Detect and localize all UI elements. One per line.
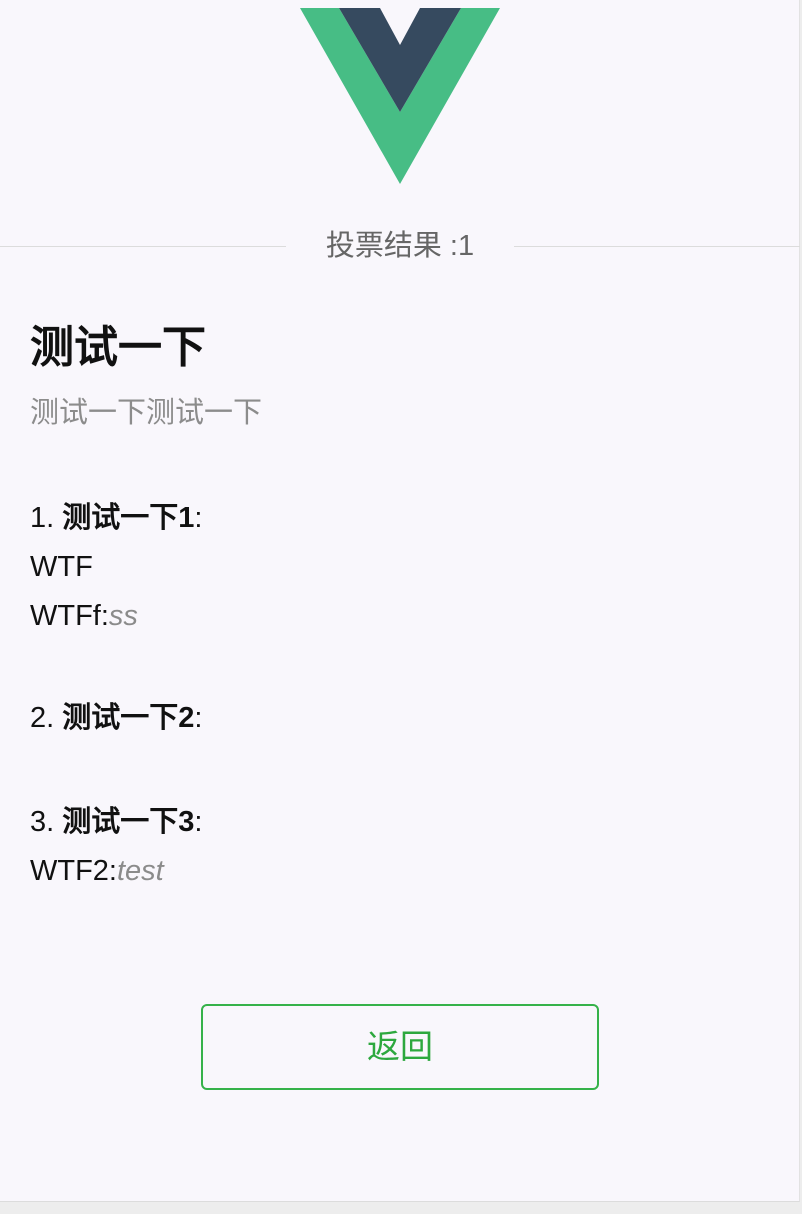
question-title-3: 3. 测试一下3: (30, 804, 202, 840)
question-colon-2: : (194, 702, 203, 734)
vote-result-count: 投票结果 :1 (325, 230, 475, 262)
question-label-3: 测试一下3 (62, 806, 195, 838)
vote-result-divider: 投票结果 :1 (0, 228, 800, 264)
answer-extra-1-2: ss (108, 600, 138, 632)
answer-text-1-2: WTFf: (30, 600, 109, 632)
answer-text-1-1: WTF (30, 551, 93, 583)
question-colon-3: : (194, 806, 203, 838)
back-button[interactable]: 返回 (201, 1004, 599, 1090)
question-number-1: 1. (30, 502, 55, 534)
vue-logo-icon (300, 8, 500, 184)
divider-line-right (514, 246, 800, 247)
page: 投票结果 :1 测试一下 测试一下测试一下 1. 测试一下1: WTF WTFf… (0, 0, 800, 1202)
question-title-1: 1. 测试一下1: (30, 500, 202, 536)
question-item-3: 3. 测试一下3: WTF2:test (30, 804, 202, 889)
question-label-2: 测试一下2 (62, 702, 195, 734)
question-item-1: 1. 测试一下1: WTF WTFf:ss (30, 500, 202, 634)
answer-text-3-1: WTF2: (30, 855, 117, 887)
question-item-2: 2. 测试一下2: (30, 700, 202, 736)
question-number-3: 3. (30, 806, 55, 838)
survey-description: 测试一下测试一下 (30, 397, 263, 429)
divider-line-left (0, 246, 286, 247)
answer-1-2: WTFf:ss (30, 598, 202, 634)
answer-1-1: WTF (30, 549, 202, 585)
answer-extra-3-1: test (117, 855, 164, 887)
survey-title: 测试一下 (30, 323, 206, 372)
question-title-2: 2. 测试一下2: (30, 700, 202, 736)
question-number-2: 2. (30, 702, 55, 734)
question-colon-1: : (194, 502, 203, 534)
question-label-1: 测试一下1 (62, 502, 195, 534)
answer-3-1: WTF2:test (30, 853, 202, 889)
